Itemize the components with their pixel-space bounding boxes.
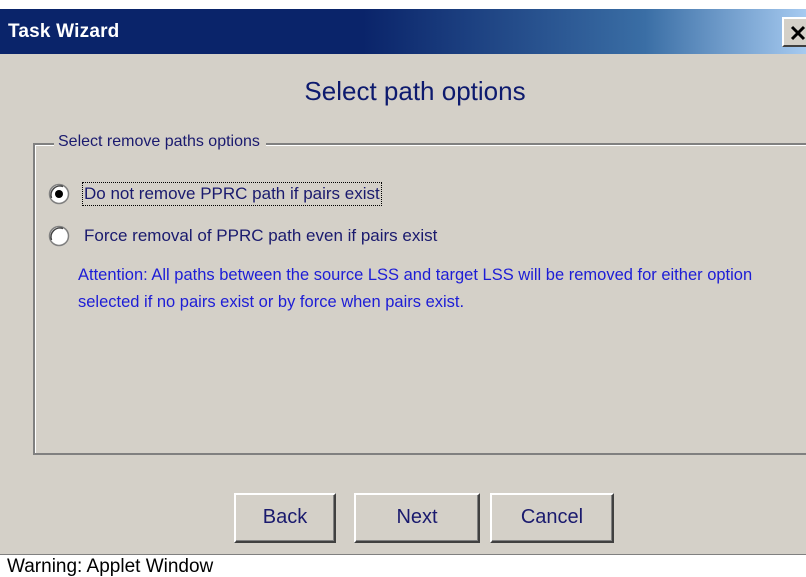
- group-legend: Select remove paths options: [54, 131, 266, 153]
- task-wizard-window: Task Wizard Select path options Select r…: [0, 0, 806, 577]
- radio-selected-icon[interactable]: [48, 183, 70, 205]
- cancel-button[interactable]: Cancel: [490, 493, 614, 543]
- option-do-not-remove[interactable]: Do not remove PPRC path if pairs exist: [48, 180, 382, 208]
- title-bar[interactable]: Task Wizard: [0, 9, 806, 54]
- option-force-removal[interactable]: Force removal of PPRC path even if pairs…: [48, 222, 439, 250]
- status-bar: Warning: Applet Window: [0, 554, 806, 577]
- option-do-not-remove-label: Do not remove PPRC path if pairs exist: [82, 182, 382, 206]
- option-force-removal-label: Force removal of PPRC path even if pairs…: [84, 226, 438, 245]
- next-button[interactable]: Next: [354, 493, 480, 543]
- top-strip: [0, 0, 806, 9]
- radio-unselected-icon[interactable]: [48, 225, 70, 247]
- close-button[interactable]: [782, 17, 806, 47]
- attention-message: Attention: All paths between the source …: [78, 266, 753, 311]
- status-text: Warning: Applet Window: [7, 556, 214, 577]
- close-icon: [790, 25, 806, 41]
- window-title: Task Wizard: [8, 21, 120, 42]
- page-title: Select path options: [304, 76, 526, 106]
- back-button[interactable]: Back: [234, 493, 336, 543]
